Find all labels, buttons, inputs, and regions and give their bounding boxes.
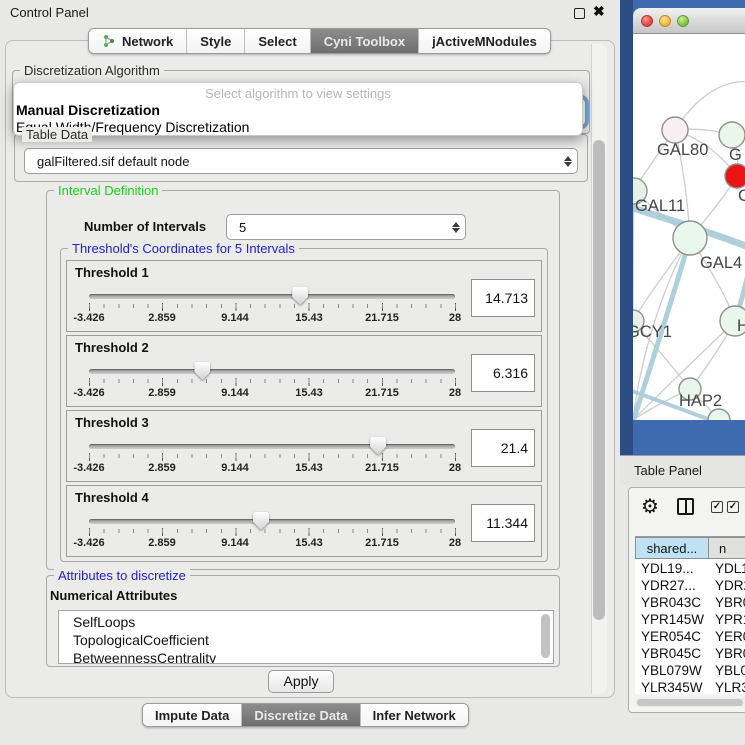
tab-select[interactable]: Select	[244, 29, 309, 53]
tab-discretize-data[interactable]: Discretize Data	[241, 704, 359, 726]
split-view-icon[interactable]	[677, 498, 694, 515]
number-of-intervals-label: Number of Intervals	[84, 219, 206, 234]
combo-stepper-icon[interactable]	[447, 222, 465, 233]
tab-impute-data[interactable]: Impute Data	[143, 704, 241, 726]
apply-button[interactable]: Apply	[268, 670, 334, 693]
table-row[interactable]: YDR27...YDR2	[635, 578, 745, 595]
tab-jactivemnodules[interactable]: jActiveMNodules	[418, 29, 550, 53]
table-row[interactable]: YBR045CYBR0	[635, 646, 745, 663]
node-label: GAL11	[635, 197, 685, 215]
node-label: HAP2	[679, 392, 722, 410]
list-item[interactable]: BetweennessCentrality	[73, 650, 216, 664]
table-hscrollbar-thumb[interactable]	[637, 699, 743, 706]
table-panel-header: Table Panel	[620, 455, 745, 485]
list-item[interactable]: SelfLoops	[73, 614, 135, 632]
threshold-value-field[interactable]: 21.4	[471, 429, 535, 467]
threshold-label: Threshold 2	[75, 340, 149, 355]
close-icon[interactable]: ✖	[593, 3, 605, 20]
tab-cyni-toolbox[interactable]: Cyni Toolbox	[310, 29, 418, 53]
table-row[interactable]: YBR043CYBR0	[635, 595, 745, 612]
numerical-attributes-label: Numerical Attributes	[50, 588, 177, 603]
threshold-label: Threshold 1	[75, 265, 149, 280]
node-gal3[interactable]	[719, 122, 745, 148]
threshold-slider-track[interactable]	[89, 444, 455, 449]
gear-icon[interactable]: ⚙	[641, 494, 659, 519]
node-gal4[interactable]	[673, 221, 707, 255]
interval-definition-title: Interval Definition	[54, 183, 162, 198]
dropdown-placeholder: Select algorithm to view settings	[14, 86, 582, 101]
bottom-tab-bar: Impute Data Discretize Data Infer Networ…	[142, 703, 469, 727]
threshold-value-field[interactable]: 14.713	[471, 279, 535, 317]
table-panel-title: Table Panel	[634, 463, 702, 478]
checkbox-icon[interactable]: ✓	[727, 501, 739, 513]
network-window-titlebar[interactable]	[633, 8, 745, 34]
network-canvas[interactable]: GAL80 G C GAL11 GAL4 GCY1 H HAP2	[633, 34, 745, 420]
threshold-slider-track[interactable]	[89, 294, 455, 299]
axis-minor-ticks	[89, 379, 457, 383]
node-gal80[interactable]	[662, 117, 688, 143]
float-window-icon[interactable]	[574, 8, 585, 19]
threshold-1-panel: Threshold 1 -3.426 2.859 9.144 15.43 21.…	[66, 260, 542, 332]
panel-scrollbar-thumb[interactable]	[593, 140, 605, 620]
table-row[interactable]: YBL079WYBL0	[635, 663, 745, 680]
node-label: H	[737, 317, 745, 335]
table-row[interactable]: YLR345WYLR3	[635, 680, 745, 694]
threshold-3-panel: Threshold 3 -3.426 2.859 9.144 15.43 21.…	[66, 410, 542, 482]
threshold-label: Threshold 3	[75, 415, 149, 430]
table-data-group-title: Table Data	[22, 127, 92, 142]
top-tab-bar: Network Style Select Cyni Toolbox jActiv…	[88, 28, 551, 54]
attributes-group-title: Attributes to discretize	[54, 568, 190, 583]
node-selected-red[interactable]	[725, 164, 745, 188]
axis-minor-ticks	[89, 454, 457, 458]
network-icon	[102, 34, 116, 48]
thresholds-group-title: Threshold's Coordinates for 5 Intervals	[68, 241, 299, 256]
node-label: C	[738, 187, 745, 205]
panel-title: Control Panel	[10, 5, 89, 20]
traffic-light-minimize-icon[interactable]	[659, 15, 671, 27]
node-label: G	[729, 146, 742, 164]
algorithm-dropdown-popup: Select algorithm to view settings Manual…	[13, 82, 583, 136]
table-panel: ⚙ ✓ ✓ shared... n YDL19...YDL1 YDR27...Y…	[628, 487, 745, 713]
threshold-value-field[interactable]: 6.316	[471, 354, 535, 392]
column-header-shared-name[interactable]: shared...	[635, 537, 709, 559]
threshold-4-panel: Threshold 4 -3.426 2.859 9.144 15.43 21.…	[66, 485, 542, 557]
tab-style[interactable]: Style	[186, 29, 244, 53]
node-table: shared... n YDL19...YDL1 YDR27...YDR2 YB…	[635, 536, 745, 694]
app-root: Control Panel ✖ Network Style Select Cyn…	[0, 0, 745, 745]
axis-minor-ticks	[89, 304, 457, 308]
node-label: GAL4	[700, 254, 742, 272]
threshold-2-panel: Threshold 2 -3.426 2.859 9.144 15.43 21.…	[66, 335, 542, 407]
table-data-select[interactable]: galFiltered.sif default node	[24, 148, 578, 174]
column-header-name[interactable]: n	[709, 537, 745, 559]
table-row[interactable]: YER054CYER0	[635, 629, 745, 646]
threshold-value-field[interactable]: 11.344	[471, 504, 535, 542]
node-label: GAL80	[657, 141, 708, 159]
threshold-slider-track[interactable]	[89, 519, 455, 524]
algorithm-group-title: Discretization Algorithm	[20, 63, 164, 78]
table-hscrollbar-track[interactable]	[635, 698, 745, 707]
checkbox-icon[interactable]: ✓	[711, 501, 723, 513]
traffic-light-zoom-icon[interactable]	[677, 15, 689, 27]
number-of-intervals-select[interactable]: 5	[226, 214, 466, 240]
table-row[interactable]: YPR145WYPR1	[635, 612, 745, 629]
tab-network[interactable]: Network	[89, 29, 186, 53]
threshold-label: Threshold 4	[75, 490, 149, 505]
attributes-list[interactable]: SelfLoops TopologicalCoefficient Between…	[58, 610, 554, 664]
combo-stepper-icon[interactable]	[559, 156, 577, 167]
list-item[interactable]: TopologicalCoefficient	[73, 632, 209, 650]
window-edge	[620, 0, 633, 455]
threshold-slider-track[interactable]	[89, 369, 455, 374]
list-scrollbar-thumb[interactable]	[541, 614, 550, 658]
node-label: GCY1	[633, 323, 672, 341]
dropdown-option-manual[interactable]: Manual Discretization	[16, 102, 160, 118]
traffic-light-close-icon[interactable]	[641, 15, 653, 27]
tab-infer-network[interactable]: Infer Network	[360, 704, 468, 726]
table-row[interactable]: YDL19...YDL1	[635, 561, 745, 578]
axis-minor-ticks	[89, 529, 457, 533]
